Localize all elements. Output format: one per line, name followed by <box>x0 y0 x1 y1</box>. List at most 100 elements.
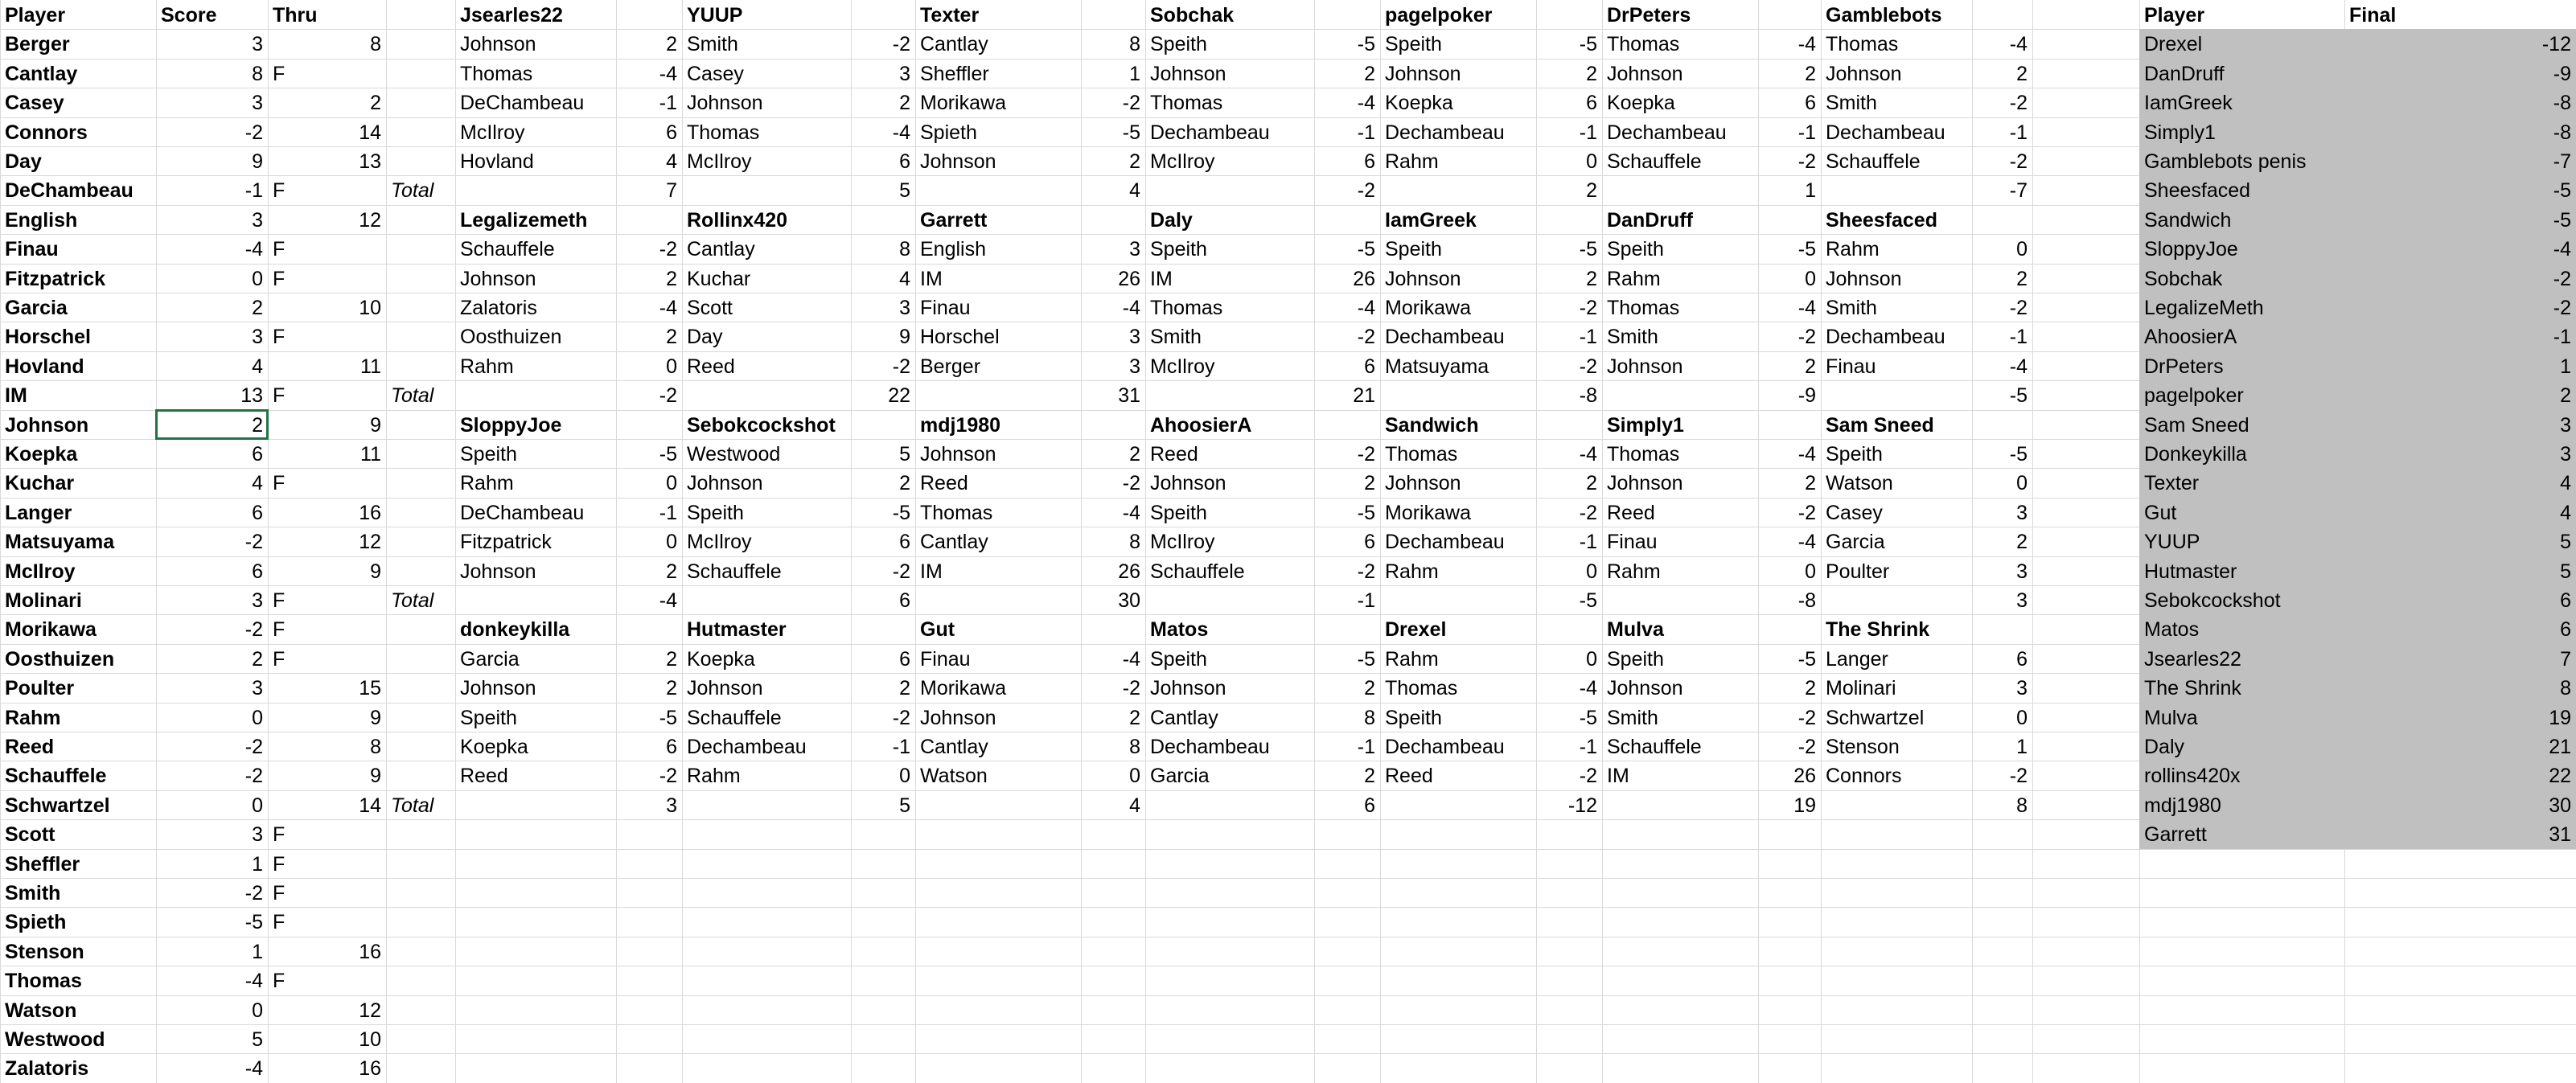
team-pick-player[interactable]: Garcia <box>1145 761 1314 790</box>
team-pick-score[interactable]: -2 <box>1314 556 1380 585</box>
team-pick-player[interactable]: Speith <box>1380 703 1536 732</box>
team-total[interactable]: -2 <box>1314 175 1380 204</box>
team-pick-score[interactable]: -2 <box>1314 322 1380 351</box>
leaderboard-thru[interactable]: 14 <box>268 790 386 819</box>
team-pick-player[interactable]: Speith <box>1380 234 1536 263</box>
leaderboard-header[interactable]: Thru <box>268 0 386 29</box>
standings-player[interactable]: IamGreek <box>2139 88 2344 117</box>
team-pick-score[interactable]: -2 <box>1536 498 1602 527</box>
team-pick-score[interactable]: -4 <box>1081 498 1145 527</box>
team-pick-score[interactable]: 0 <box>1972 703 2032 732</box>
standings-player[interactable]: Drexel <box>2139 29 2344 58</box>
team-pick-player[interactable]: Morikawa <box>1380 498 1536 527</box>
leaderboard-score[interactable]: 3 <box>156 585 268 614</box>
team-pick-player[interactable]: Reed <box>455 761 616 790</box>
leaderboard-thru[interactable]: F <box>268 878 386 907</box>
team-pick-player[interactable]: Molinari <box>1821 673 1972 702</box>
team-pick-score[interactable]: 0 <box>1758 264 1821 293</box>
team-pick-player[interactable]: Dechambeau <box>1145 117 1314 146</box>
team-pick-score[interactable]: -4 <box>1536 673 1602 702</box>
team-pick-score[interactable]: 2 <box>851 88 915 117</box>
standings-player[interactable]: Simply1 <box>2139 117 2344 146</box>
team-pick-player[interactable]: McIlroy <box>1145 527 1314 556</box>
team-pick-score[interactable]: -1 <box>1536 117 1602 146</box>
team-pick-score[interactable]: -2 <box>1758 732 1821 761</box>
leaderboard-thru[interactable]: F <box>268 585 386 614</box>
leaderboard-player[interactable]: Langer <box>0 498 156 527</box>
team-pick-player[interactable]: Berger <box>915 351 1081 380</box>
leaderboard-score[interactable]: -2 <box>156 117 268 146</box>
team-pick-player[interactable]: Johnson <box>915 439 1081 468</box>
team-pick-score[interactable]: 0 <box>1536 644 1602 673</box>
leaderboard-player[interactable]: Watson <box>0 995 156 1024</box>
leaderboard-score[interactable]: 3 <box>156 205 268 234</box>
total-label[interactable]: Total <box>386 790 455 819</box>
team-total[interactable]: 6 <box>851 585 915 614</box>
leaderboard-player[interactable]: Westwood <box>0 1024 156 1053</box>
standings-player[interactable]: Daly <box>2139 732 2344 761</box>
leaderboard-thru[interactable]: 8 <box>268 29 386 58</box>
team-pick-player[interactable]: Thomas <box>1602 439 1758 468</box>
team-pick-score[interactable]: 2 <box>1972 527 2032 556</box>
team-pick-score[interactable]: -1 <box>1536 527 1602 556</box>
team-name[interactable]: donkeykilla <box>455 614 616 643</box>
team-pick-player[interactable]: Cantlay <box>915 732 1081 761</box>
team-pick-player[interactable]: Schauffele <box>1145 556 1314 585</box>
team-name[interactable]: Sandwich <box>1380 410 1536 439</box>
team-pick-player[interactable]: Koepka <box>1380 88 1536 117</box>
standings-final[interactable]: 6 <box>2344 585 2576 614</box>
leaderboard-score[interactable]: -2 <box>156 732 268 761</box>
team-pick-score[interactable]: -5 <box>1314 498 1380 527</box>
leaderboard-score[interactable]: 6 <box>156 439 268 468</box>
team-pick-player[interactable]: Johnson <box>1380 264 1536 293</box>
team-pick-player[interactable]: Smith <box>1602 322 1758 351</box>
team-pick-score[interactable]: -4 <box>1081 293 1145 322</box>
standings-final[interactable]: -12 <box>2344 29 2576 58</box>
leaderboard-score[interactable]: 4 <box>156 468 268 497</box>
team-pick-player[interactable]: Speith <box>682 498 851 527</box>
total-label[interactable]: Total <box>386 175 455 204</box>
team-pick-score[interactable]: 8 <box>1081 527 1145 556</box>
standings-player[interactable]: YUUP <box>2139 527 2344 556</box>
team-pick-player[interactable]: Johnson <box>1602 59 1758 88</box>
team-name[interactable]: mdj1980 <box>915 410 1081 439</box>
team-pick-player[interactable]: Dechambeau <box>682 732 851 761</box>
team-pick-score[interactable]: -2 <box>1758 146 1821 175</box>
team-pick-score[interactable]: 6 <box>1314 146 1380 175</box>
team-pick-score[interactable]: -2 <box>1536 351 1602 380</box>
standings-player[interactable]: Gamblebots penis <box>2139 146 2344 175</box>
leaderboard-score[interactable]: 2 <box>156 644 268 673</box>
team-pick-score[interactable]: 2 <box>851 673 915 702</box>
team-pick-score[interactable]: 2 <box>616 644 682 673</box>
leaderboard-player[interactable]: Schwartzel <box>0 790 156 819</box>
team-pick-score[interactable]: 2 <box>616 673 682 702</box>
leaderboard-player[interactable]: Rahm <box>0 703 156 732</box>
team-pick-player[interactable]: Reed <box>1380 761 1536 790</box>
team-pick-score[interactable]: 1 <box>1972 732 2032 761</box>
team-pick-score[interactable]: 3 <box>851 59 915 88</box>
team-pick-player[interactable]: IM <box>1602 761 1758 790</box>
leaderboard-player[interactable]: Stenson <box>0 937 156 966</box>
leaderboard-thru[interactable]: F <box>268 849 386 878</box>
leaderboard-score[interactable]: -4 <box>156 966 268 995</box>
team-name[interactable]: DanDruff <box>1602 205 1758 234</box>
team-pick-player[interactable]: Rahm <box>1602 556 1758 585</box>
leaderboard-score[interactable]: 3 <box>156 88 268 117</box>
team-pick-player[interactable]: Johnson <box>455 673 616 702</box>
team-pick-player[interactable]: Speith <box>1602 644 1758 673</box>
team-name[interactable]: Matos <box>1145 614 1314 643</box>
leaderboard-thru[interactable]: F <box>268 380 386 409</box>
team-pick-player[interactable]: IM <box>915 264 1081 293</box>
team-pick-score[interactable]: -5 <box>1314 29 1380 58</box>
leaderboard-player[interactable]: Thomas <box>0 966 156 995</box>
team-pick-player[interactable]: Finau <box>915 644 1081 673</box>
team-total[interactable]: -1 <box>1314 585 1380 614</box>
standings-final[interactable]: 7 <box>2344 644 2576 673</box>
team-pick-player[interactable]: Dechambeau <box>1821 117 1972 146</box>
team-total[interactable]: 30 <box>1081 585 1145 614</box>
team-pick-player[interactable]: Smith <box>1145 322 1314 351</box>
selected-cell[interactable] <box>155 408 269 440</box>
leaderboard-score[interactable]: 1 <box>156 937 268 966</box>
team-pick-player[interactable]: Casey <box>1821 498 1972 527</box>
team-total[interactable]: 19 <box>1758 790 1821 819</box>
